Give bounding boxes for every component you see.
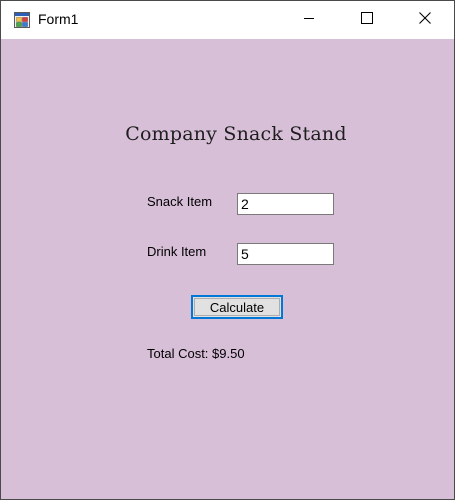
maximize-button[interactable] xyxy=(338,1,396,39)
calculate-button[interactable]: Calculate xyxy=(191,295,283,319)
close-icon xyxy=(419,11,431,29)
total-cost-label: Total Cost: $9.50 xyxy=(147,346,245,361)
minimize-icon xyxy=(303,11,315,29)
snack-item-label: Snack Item xyxy=(147,194,213,209)
snack-item-input[interactable] xyxy=(237,193,334,215)
drink-item-input[interactable] xyxy=(237,243,334,265)
title-bar[interactable]: Form1 xyxy=(1,1,454,39)
form-heading: Company Snack Stand xyxy=(125,123,347,145)
calculate-button-label: Calculate xyxy=(194,298,280,316)
minimize-button[interactable] xyxy=(280,1,338,39)
winforms-app-icon xyxy=(14,12,30,28)
drink-item-label: Drink Item xyxy=(147,244,207,259)
close-button[interactable] xyxy=(396,1,454,39)
window-title: Form1 xyxy=(38,11,79,27)
maximize-icon xyxy=(361,11,373,29)
form1-window: Form1 Company Snack Stand Snack Item 2 D… xyxy=(0,0,455,500)
